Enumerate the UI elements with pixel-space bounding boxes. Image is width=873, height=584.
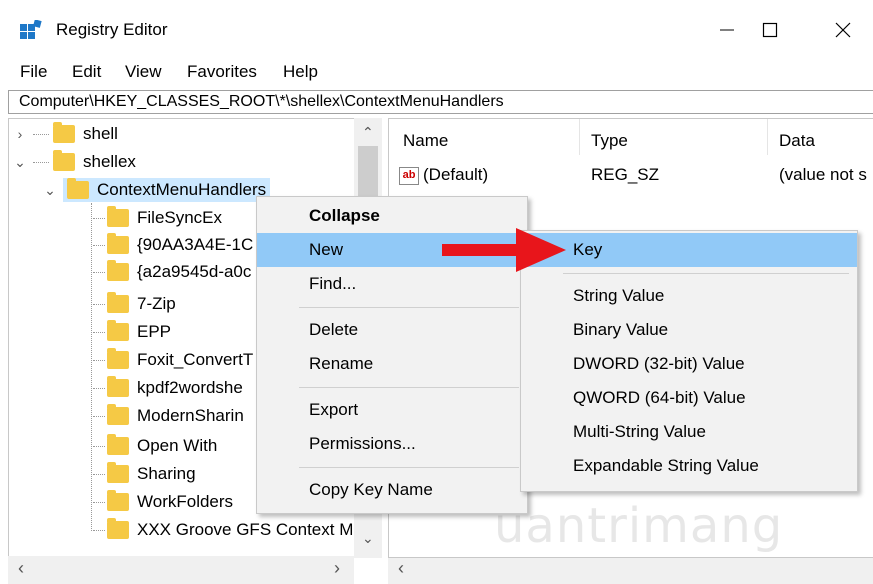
tree-item-shell[interactable]: › shell: [13, 121, 118, 147]
submenu-item-expandable-string-value[interactable]: Expandable String Value: [521, 449, 857, 483]
column-header-data[interactable]: Data: [779, 131, 815, 151]
submenu-item-string-value[interactable]: String Value: [521, 279, 857, 313]
folder-icon: [107, 490, 129, 511]
window-title: Registry Editor: [56, 20, 168, 39]
tree-horizontal-scrollbar[interactable]: ‹ ›: [8, 556, 354, 584]
tree-item-child[interactable]: {a2a9545d-a0c: [93, 259, 251, 285]
tree-item-child[interactable]: {90AA3A4E-1C: [93, 232, 253, 258]
chevron-right-icon[interactable]: ›: [13, 126, 27, 142]
list-horizontal-scrollbar[interactable]: ‹: [388, 556, 873, 584]
address-bar[interactable]: Computer\HKEY_CLASSES_ROOT\*\shellex\Con…: [8, 90, 873, 114]
tree-item-shellex[interactable]: ⌄ shellex: [13, 149, 136, 175]
menu-edit[interactable]: Edit: [72, 62, 101, 82]
scroll-up-icon[interactable]: ⌃: [362, 124, 374, 141]
tree-item-contextmenuhandlers[interactable]: ⌄ ContextMenuHandlers: [43, 177, 271, 203]
new-submenu: Key String Value Binary Value DWORD (32-…: [520, 230, 858, 492]
menu-item-export[interactable]: Export: [257, 393, 527, 427]
tree-item-child[interactable]: EPP: [93, 319, 171, 345]
submenu-item-multi-string-value[interactable]: Multi-String Value: [521, 415, 857, 449]
scroll-left-icon[interactable]: ‹: [398, 558, 404, 579]
menu-item-rename[interactable]: Rename: [257, 347, 527, 381]
tree-item-label: {90AA3A4E-1C: [137, 235, 254, 254]
submenu-item-key[interactable]: Key: [521, 233, 857, 267]
close-button[interactable]: [818, 10, 868, 50]
tree-item-child[interactable]: XXX Groove GFS Context M: [93, 517, 353, 543]
tree-item-label: shellex: [83, 152, 136, 171]
tree-item-label: kpdf2wordshe: [137, 378, 243, 397]
submenu-item-qword-value[interactable]: QWORD (64-bit) Value: [521, 381, 857, 415]
scroll-right-icon[interactable]: ›: [334, 558, 340, 579]
menu-favorites[interactable]: Favorites: [187, 62, 257, 82]
folder-icon: [107, 348, 129, 369]
tree-item-child[interactable]: FileSyncEx: [93, 205, 222, 231]
menu-item-delete[interactable]: Delete: [257, 313, 527, 347]
value-data-cell: (value not s: [779, 165, 867, 184]
minimize-icon: [720, 29, 734, 31]
folder-icon: [107, 292, 129, 313]
menu-item-copy-key-name[interactable]: Copy Key Name: [257, 473, 527, 507]
column-header-name[interactable]: Name: [403, 131, 448, 151]
tree-item-label: shell: [83, 124, 118, 143]
menu-bar: File Edit View Favorites Help: [0, 58, 873, 88]
address-path: Computer\HKEY_CLASSES_ROOT\*\shellex\Con…: [19, 93, 504, 110]
title-bar: Registry Editor: [0, 0, 873, 58]
scroll-left-icon[interactable]: ‹: [18, 558, 24, 579]
scroll-down-icon[interactable]: ⌄: [362, 530, 374, 547]
tree-item-child[interactable]: 7-Zip: [93, 291, 176, 317]
tree-item-label: 7-Zip: [137, 294, 176, 313]
close-icon: [835, 22, 851, 38]
folder-icon: [107, 462, 129, 483]
tree-item-child[interactable]: kpdf2wordshe: [93, 375, 243, 401]
tree-item-label: Foxit_ConvertT: [137, 350, 254, 369]
tree-item-label: FileSyncEx: [137, 208, 223, 227]
maximize-icon: [762, 22, 778, 38]
menu-item-permissions[interactable]: Permissions...: [257, 427, 527, 461]
tree-item-child[interactable]: Sharing: [93, 461, 196, 487]
tree-item-child[interactable]: Open With: [93, 433, 217, 459]
folder-icon: [53, 150, 75, 171]
submenu-item-dword-value[interactable]: DWORD (32-bit) Value: [521, 347, 857, 381]
submenu-item-binary-value[interactable]: Binary Value: [521, 313, 857, 347]
folder-icon: [107, 404, 129, 425]
string-value-icon: ab: [399, 166, 419, 185]
folder-icon: [107, 376, 129, 397]
folder-icon: [107, 518, 129, 539]
tree-item-child[interactable]: WorkFolders: [93, 489, 233, 515]
value-type-cell: REG_SZ: [591, 165, 660, 184]
tree-item-label: WorkFolders: [137, 492, 234, 511]
chevron-down-icon[interactable]: ⌄: [43, 182, 57, 199]
folder-icon: [107, 260, 129, 281]
tree-item-child[interactable]: Foxit_ConvertT: [93, 347, 253, 373]
tree-item-label: ModernSharin: [137, 406, 244, 425]
folder-icon: [107, 434, 129, 455]
folder-icon: [67, 178, 89, 199]
menu-help[interactable]: Help: [283, 62, 318, 82]
tree-item-child[interactable]: ModernSharin: [93, 403, 244, 429]
folder-icon: [107, 320, 129, 341]
folder-icon: [53, 122, 75, 143]
tree-item-label: {a2a9545d-a0c: [137, 262, 252, 281]
red-arrow-icon: [442, 228, 566, 272]
menu-view[interactable]: View: [125, 62, 162, 82]
tree-item-label: Open With: [137, 436, 218, 455]
menu-file[interactable]: File: [20, 62, 47, 82]
registry-app-icon: [20, 20, 42, 39]
watermark: uantrimang: [494, 498, 784, 554]
tree-item-label: ContextMenuHandlers: [97, 180, 267, 199]
chevron-down-icon[interactable]: ⌄: [13, 154, 27, 171]
folder-icon: [107, 233, 129, 254]
value-name-cell: ab (Default): [399, 165, 488, 185]
tree-item-label: EPP: [137, 322, 172, 341]
column-header-type[interactable]: Type: [591, 131, 628, 151]
folder-icon: [107, 206, 129, 227]
tree-item-label: Sharing: [137, 464, 196, 483]
maximize-button[interactable]: [745, 10, 795, 50]
tree-item-label: XXX Groove GFS Context M: [137, 520, 354, 539]
